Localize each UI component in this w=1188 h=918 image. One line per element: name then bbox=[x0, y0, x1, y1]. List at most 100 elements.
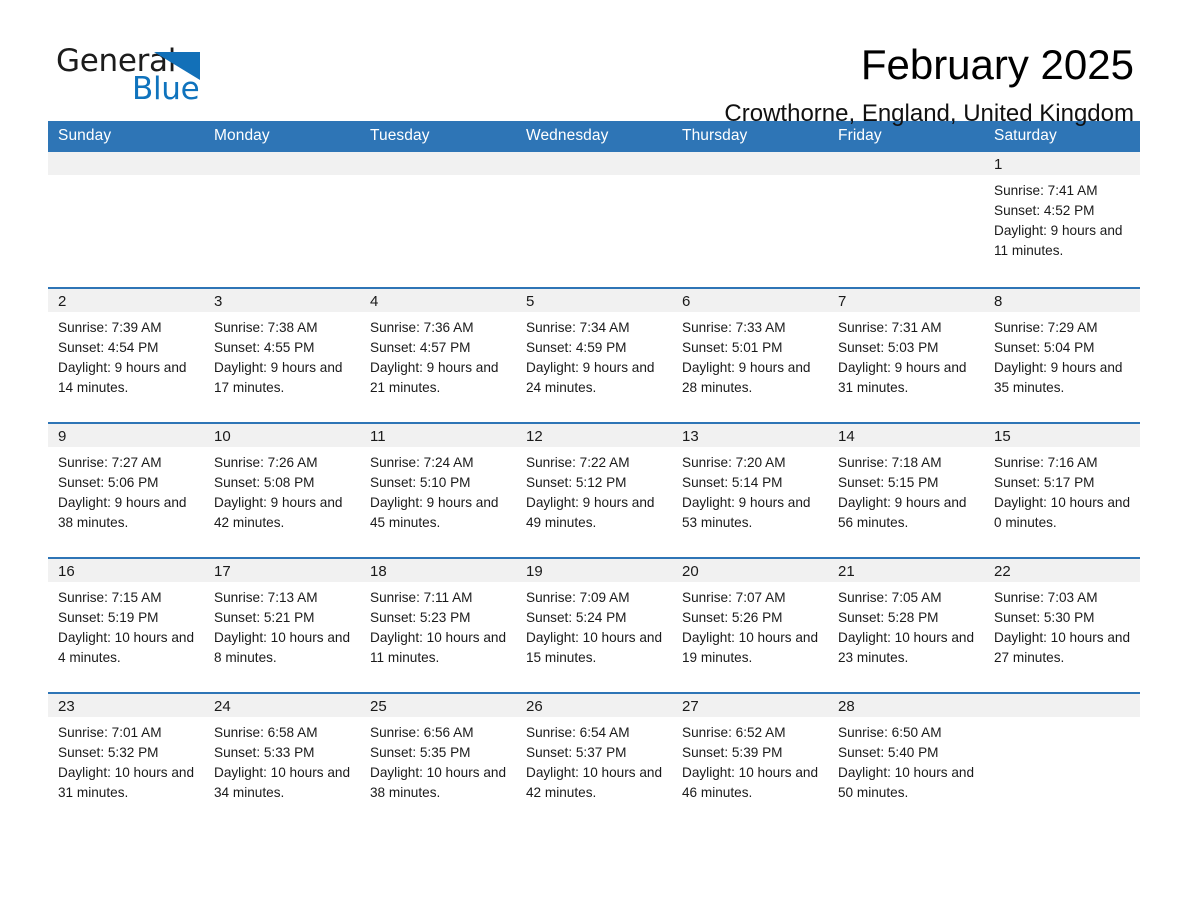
calendar-day-cell[interactable]: 24 Sunrise: 6:58 AM Sunset: 5:33 PM Dayligh… bbox=[204, 692, 360, 828]
day-details: Sunrise: 7:24 AM Sunset: 5:10 PM Daylight:… bbox=[360, 447, 516, 533]
calendar-day-cell[interactable]: 7 Sunrise: 7:31 AM Sunset: 5:03 PM Daylight… bbox=[828, 287, 984, 423]
sunrise-text: Sunrise: 6:54 AM bbox=[526, 725, 630, 740]
calendar-day-cell-empty bbox=[984, 692, 1140, 828]
sunrise-text: Sunrise: 7:13 AM bbox=[214, 590, 318, 605]
calendar-day-cell[interactable]: 4 Sunrise: 7:36 AM Sunset: 4:57 PM Daylight… bbox=[360, 287, 516, 423]
day-details: Sunrise: 6:50 AM Sunset: 5:40 PM Daylight:… bbox=[828, 717, 984, 803]
day-number: 14 bbox=[828, 424, 984, 447]
sunset-text: Sunset: 5:26 PM bbox=[682, 610, 783, 626]
calendar-day-cell[interactable]: 14 Sunrise: 7:18 AM Sunset: 5:15 PM Dayligh… bbox=[828, 422, 984, 558]
day-number bbox=[48, 152, 204, 175]
calendar-day-cell[interactable]: 19 Sunrise: 7:09 AM Sunset: 5:24 PM Dayligh… bbox=[516, 557, 672, 693]
calendar-day-cell[interactable]: 2 Sunrise: 7:39 AM Sunset: 4:54 PM Daylight… bbox=[48, 287, 204, 423]
sunrise-text: Sunrise: 6:58 AM bbox=[214, 725, 318, 740]
daylight-text: Daylight: 9 hours and 38 minutes. bbox=[58, 495, 187, 531]
day-details: Sunrise: 6:56 AM Sunset: 5:35 PM Daylight:… bbox=[360, 717, 516, 803]
day-details: Sunrise: 7:13 AM Sunset: 5:21 PM Daylight:… bbox=[204, 582, 360, 668]
title-block: February 2025 Crowthorne, England, Unite… bbox=[724, 43, 1134, 126]
sunset-text: Sunset: 5:21 PM bbox=[214, 610, 315, 626]
calendar-day-cell[interactable]: 26 Sunrise: 6:54 AM Sunset: 5:37 PM Dayligh… bbox=[516, 692, 672, 828]
day-details: Sunrise: 7:15 AM Sunset: 5:19 PM Daylight:… bbox=[48, 582, 204, 668]
daylight-text: Daylight: 9 hours and 42 minutes. bbox=[214, 495, 343, 531]
day-details: Sunrise: 7:34 AM Sunset: 4:59 PM Daylight:… bbox=[516, 312, 672, 398]
daylight-text: Daylight: 10 hours and 42 minutes. bbox=[526, 765, 663, 801]
day-details: Sunrise: 7:38 AM Sunset: 4:55 PM Daylight:… bbox=[204, 312, 360, 398]
day-details: Sunrise: 7:27 AM Sunset: 5:06 PM Daylight:… bbox=[48, 447, 204, 533]
sunrise-text: Sunrise: 7:29 AM bbox=[994, 320, 1098, 335]
calendar-day-cell[interactable]: 25 Sunrise: 6:56 AM Sunset: 5:35 PM Dayligh… bbox=[360, 692, 516, 828]
day-details: Sunrise: 7:20 AM Sunset: 5:14 PM Daylight:… bbox=[672, 447, 828, 533]
day-number: 16 bbox=[48, 559, 204, 582]
calendar-day-cell[interactable]: 3 Sunrise: 7:38 AM Sunset: 4:55 PM Daylight… bbox=[204, 287, 360, 423]
calendar-day-cell[interactable]: 13 Sunrise: 7:20 AM Sunset: 5:14 PM Dayligh… bbox=[672, 422, 828, 558]
sunset-text: Sunset: 5:32 PM bbox=[58, 745, 159, 761]
calendar-day-cell[interactable]: 20 Sunrise: 7:07 AM Sunset: 5:26 PM Dayligh… bbox=[672, 557, 828, 693]
sunset-text: Sunset: 5:39 PM bbox=[682, 745, 783, 761]
sunset-text: Sunset: 5:04 PM bbox=[994, 340, 1095, 356]
daylight-text: Daylight: 10 hours and 27 minutes. bbox=[994, 630, 1131, 666]
calendar-week-row: 23 Sunrise: 7:01 AM Sunset: 5:32 PM Dayligh… bbox=[48, 692, 1140, 828]
day-details: Sunrise: 7:09 AM Sunset: 5:24 PM Daylight:… bbox=[516, 582, 672, 668]
daylight-text: Daylight: 10 hours and 11 minutes. bbox=[370, 630, 507, 666]
calendar-day-cell[interactable]: 12 Sunrise: 7:22 AM Sunset: 5:12 PM Dayligh… bbox=[516, 422, 672, 558]
day-number: 17 bbox=[204, 559, 360, 582]
day-number: 19 bbox=[516, 559, 672, 582]
calendar-day-cell[interactable]: 6 Sunrise: 7:33 AM Sunset: 5:01 PM Daylight… bbox=[672, 287, 828, 423]
calendar-day-cell-empty bbox=[48, 152, 204, 288]
sunset-text: Sunset: 5:23 PM bbox=[370, 610, 471, 626]
sunrise-sunset-calendar: Sunday Monday Tuesday Wednesday Thursday… bbox=[48, 121, 1140, 828]
sunset-text: Sunset: 4:55 PM bbox=[214, 340, 315, 356]
daylight-text: Daylight: 9 hours and 17 minutes. bbox=[214, 360, 343, 396]
day-number: 9 bbox=[48, 424, 204, 447]
generalblue-logo[interactable]: General Blue bbox=[56, 44, 256, 108]
sunrise-text: Sunrise: 7:26 AM bbox=[214, 455, 318, 470]
daylight-text: Daylight: 10 hours and 34 minutes. bbox=[214, 765, 351, 801]
calendar-day-cell[interactable]: 9 Sunrise: 7:27 AM Sunset: 5:06 PM Daylight… bbox=[48, 422, 204, 558]
sunset-text: Sunset: 5:08 PM bbox=[214, 475, 315, 491]
daylight-text: Daylight: 9 hours and 49 minutes. bbox=[526, 495, 655, 531]
calendar-day-cell[interactable]: 27 Sunrise: 6:52 AM Sunset: 5:39 PM Dayligh… bbox=[672, 692, 828, 828]
day-number: 1 bbox=[984, 152, 1140, 175]
calendar-day-cell[interactable]: 8 Sunrise: 7:29 AM Sunset: 5:04 PM Daylight… bbox=[984, 287, 1140, 423]
day-number: 18 bbox=[360, 559, 516, 582]
day-details: Sunrise: 7:33 AM Sunset: 5:01 PM Daylight:… bbox=[672, 312, 828, 398]
day-number: 27 bbox=[672, 694, 828, 717]
day-number: 4 bbox=[360, 289, 516, 312]
calendar-day-cell[interactable]: 17 Sunrise: 7:13 AM Sunset: 5:21 PM Dayligh… bbox=[204, 557, 360, 693]
calendar-day-cell[interactable]: 18 Sunrise: 7:11 AM Sunset: 5:23 PM Dayligh… bbox=[360, 557, 516, 693]
sunset-text: Sunset: 5:30 PM bbox=[994, 610, 1095, 626]
sunrise-text: Sunrise: 7:01 AM bbox=[58, 725, 162, 740]
sunset-text: Sunset: 5:03 PM bbox=[838, 340, 939, 356]
calendar-body: 1 Sunrise: 7:41 AM Sunset: 4:52 PM Daylight… bbox=[48, 152, 1140, 828]
day-details: Sunrise: 6:58 AM Sunset: 5:33 PM Daylight:… bbox=[204, 717, 360, 803]
daylight-text: Daylight: 10 hours and 46 minutes. bbox=[682, 765, 819, 801]
sunset-text: Sunset: 4:59 PM bbox=[526, 340, 627, 356]
day-number: 26 bbox=[516, 694, 672, 717]
calendar-day-cell[interactable]: 11 Sunrise: 7:24 AM Sunset: 5:10 PM Dayligh… bbox=[360, 422, 516, 558]
weekday-header-wednesday: Wednesday bbox=[516, 121, 672, 152]
logo-text-blue: Blue bbox=[132, 71, 200, 107]
day-number bbox=[984, 694, 1140, 717]
calendar-day-cell[interactable]: 16 Sunrise: 7:15 AM Sunset: 5:19 PM Dayligh… bbox=[48, 557, 204, 693]
day-details: Sunrise: 7:39 AM Sunset: 4:54 PM Daylight:… bbox=[48, 312, 204, 398]
sunset-text: Sunset: 4:54 PM bbox=[58, 340, 159, 356]
sunrise-text: Sunrise: 7:16 AM bbox=[994, 455, 1098, 470]
day-number bbox=[828, 152, 984, 175]
sunrise-text: Sunrise: 7:11 AM bbox=[370, 590, 473, 605]
day-number bbox=[360, 152, 516, 175]
calendar-day-cell[interactable]: 23 Sunrise: 7:01 AM Sunset: 5:32 PM Dayligh… bbox=[48, 692, 204, 828]
calendar-day-cell[interactable]: 5 Sunrise: 7:34 AM Sunset: 4:59 PM Daylight… bbox=[516, 287, 672, 423]
day-details: Sunrise: 7:31 AM Sunset: 5:03 PM Daylight:… bbox=[828, 312, 984, 398]
sunset-text: Sunset: 5:40 PM bbox=[838, 745, 939, 761]
calendar-day-cell-empty bbox=[516, 152, 672, 288]
day-details: Sunrise: 7:18 AM Sunset: 5:15 PM Daylight:… bbox=[828, 447, 984, 533]
calendar-day-cell[interactable]: 10 Sunrise: 7:26 AM Sunset: 5:08 PM Dayligh… bbox=[204, 422, 360, 558]
calendar-day-cell[interactable]: 22 Sunrise: 7:03 AM Sunset: 5:30 PM Dayligh… bbox=[984, 557, 1140, 693]
daylight-text: Daylight: 9 hours and 14 minutes. bbox=[58, 360, 187, 396]
calendar-day-cell[interactable]: 1 Sunrise: 7:41 AM Sunset: 4:52 PM Daylight… bbox=[984, 152, 1140, 288]
calendar-day-cell[interactable]: 15 Sunrise: 7:16 AM Sunset: 5:17 PM Dayligh… bbox=[984, 422, 1140, 558]
calendar-day-cell[interactable]: 21 Sunrise: 7:05 AM Sunset: 5:28 PM Dayligh… bbox=[828, 557, 984, 693]
sunrise-text: Sunrise: 7:07 AM bbox=[682, 590, 786, 605]
calendar-day-cell[interactable]: 28 Sunrise: 6:50 AM Sunset: 5:40 PM Dayligh… bbox=[828, 692, 984, 828]
sunset-text: Sunset: 5:19 PM bbox=[58, 610, 159, 626]
